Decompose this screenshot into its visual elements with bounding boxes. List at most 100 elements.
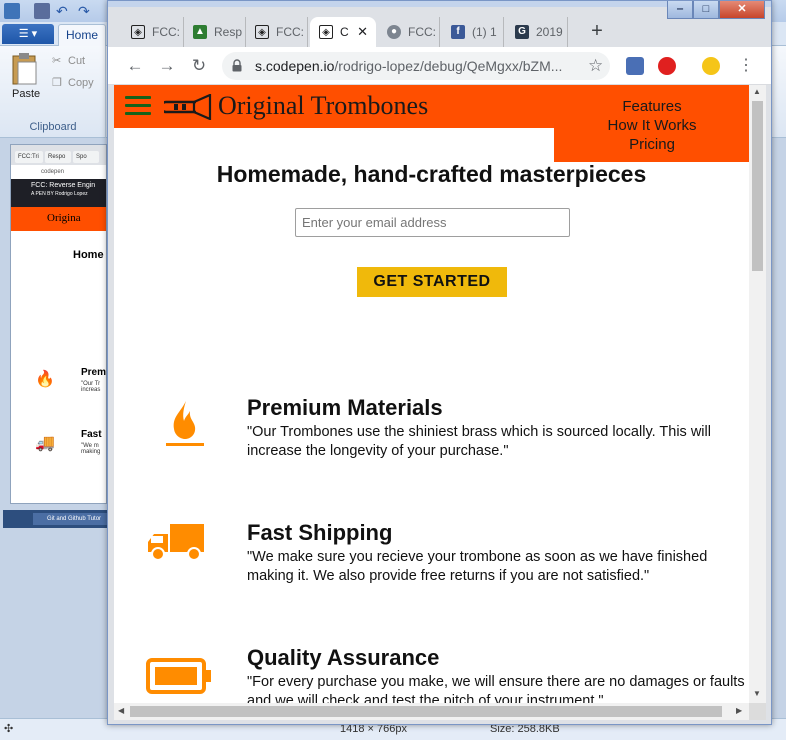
url-text[interactable]: s.codepen.io/rodrigo-lopez/debug/QeMgxx/… (255, 52, 562, 80)
menu-list-icon: ☰ ▾ (18, 28, 38, 40)
thumb-banner-title: FCC: Reverse Engin (31, 182, 96, 189)
codepen-icon: ◈ (255, 25, 269, 39)
lock-icon (232, 59, 242, 72)
thumb-taskbar-item: Git and Github Tutor (33, 513, 107, 525)
feature-item: Fast Shipping "We make sure you recieve … (114, 520, 749, 630)
thumb-codepen-banner: FCC: Reverse Engin A PEN BY Rodrigo Lope… (11, 179, 106, 207)
nav-link-features[interactable]: Features (554, 97, 749, 116)
new-tab-button[interactable]: + (584, 19, 610, 45)
cut-button[interactable]: ✂ Cut (52, 54, 85, 67)
url-path: /rodrigo-lopez/debug/QeMgxx/bZM... (334, 58, 563, 74)
browser-toolbar: ← → ↻ s.codepen.io/rodrigo-lopez/debug/Q… (108, 47, 771, 85)
paint-app-icon[interactable] (4, 3, 20, 19)
android-icon: ▲ (193, 25, 207, 39)
trombone-logo-icon (164, 94, 212, 120)
nav-link-how-it-works[interactable]: How It Works (554, 116, 749, 135)
vertical-scroll-thumb[interactable] (752, 101, 763, 271)
thumb-feature-title: Fast (81, 429, 102, 440)
file-menu-button[interactable]: ☰ ▾ (2, 24, 54, 44)
horizontal-scrollbar[interactable]: ◀ ▶ (114, 703, 749, 720)
canvas-screenshot-thumbnail: FCC:Tri Respo Spo codepen FCC: Reverse E… (10, 144, 107, 504)
site-title: Original Trombones (218, 91, 429, 120)
globe-icon: ● (387, 25, 401, 39)
thumb-feature-desc: "Our Tr increas (81, 381, 101, 393)
scroll-up-arrow-icon[interactable]: ▲ (753, 87, 761, 96)
tab-label: FCC: (152, 25, 180, 39)
paste-icon[interactable] (10, 52, 40, 88)
g-icon: G (515, 25, 529, 39)
feature-desc: "We make sure you recieve your trombone … (247, 549, 708, 584)
hamburger-menu-icon[interactable] (125, 96, 151, 116)
browser-tab[interactable]: ◈ FCC: (246, 17, 308, 47)
site-header: Original Trombones Features How It Works… (114, 85, 749, 162)
truck-icon (148, 524, 204, 561)
fire-icon (166, 401, 204, 446)
scrollbar-corner (749, 703, 766, 720)
copy-label: Copy (68, 77, 94, 89)
thumb-taskbar: Git and Github Tutor (3, 510, 107, 528)
copy-button[interactable]: ❐ Copy (52, 76, 94, 89)
tab-close-icon[interactable]: ✕ (357, 17, 368, 47)
thumb-site-title: Origina (47, 212, 81, 224)
feature-title: Quality Assurance (247, 645, 440, 670)
thumb-tab: Spo (73, 151, 99, 163)
reload-icon[interactable]: ↻ (186, 53, 212, 79)
thumb-fire-icon: 🔥 (35, 371, 55, 388)
thumb-site-header: Origina (11, 207, 106, 231)
email-field[interactable] (295, 208, 570, 237)
hero-title: Homemade, hand-crafted masterpieces (216, 161, 647, 187)
scroll-down-arrow-icon[interactable]: ▼ (753, 689, 761, 698)
forward-arrow-icon[interactable]: → (154, 53, 180, 79)
thumb-banner-author: A PEN BY Rodrigo Lopez (31, 191, 88, 197)
browser-tab[interactable]: G 2019 (506, 17, 568, 47)
clipboard-group: Paste ✂ Cut ❐ Copy Clipboard (0, 46, 106, 138)
vertical-scrollbar[interactable]: ▲ ▼ (749, 85, 766, 703)
tab-label: C (340, 25, 349, 39)
scroll-left-arrow-icon[interactable]: ◀ (118, 706, 124, 715)
save-icon[interactable] (34, 3, 50, 19)
feature-title: Premium Materials (247, 395, 443, 420)
browser-tab-active[interactable]: ◈ C ✕ (310, 17, 376, 47)
clipboard-group-label: Clipboard (29, 121, 77, 133)
thumb-truck-icon: 🚚 (35, 435, 55, 452)
tab-home[interactable]: Home (58, 24, 106, 46)
thumb-url: codepen (11, 165, 106, 179)
copy-icon: ❐ (52, 77, 62, 89)
browser-tab[interactable]: ▲ Resp (184, 17, 246, 47)
chrome-window: ‒ □ ✕ ◈ FCC: ▲ Resp ◈ FCC: ◈ C ✕ ● FCC: … (107, 0, 772, 725)
undo-icon[interactable]: ↶ (56, 3, 72, 19)
battery-icon (146, 658, 211, 694)
paste-button-label[interactable]: Paste (12, 88, 40, 100)
scroll-right-arrow-icon[interactable]: ▶ (736, 706, 742, 715)
feature-desc: "Our Trombones use the shiniest brass wh… (247, 424, 711, 459)
bookmark-star-icon[interactable]: ☆ (588, 53, 603, 79)
extension-avatar-icon[interactable] (702, 57, 720, 75)
get-started-button[interactable]: GET STARTED (357, 267, 507, 297)
scissors-icon: ✂ (52, 55, 62, 67)
browser-tab[interactable]: ● FCC: (378, 17, 440, 47)
tab-label: FCC: (276, 25, 304, 39)
codepen-icon: ◈ (131, 25, 145, 39)
url-host: s.codepen.io (255, 58, 335, 74)
horizontal-scroll-thumb[interactable] (130, 706, 722, 717)
address-bar[interactable]: s.codepen.io/rodrigo-lopez/debug/QeMgxx/… (222, 52, 610, 80)
tabstrip: ◈ FCC: ▲ Resp ◈ FCC: ◈ C ✕ ● FCC: f (1) … (108, 15, 771, 47)
thumb-tab: Respo (45, 151, 71, 163)
move-cursor-icon: ✣ (4, 723, 14, 735)
nav-menu: Features How It Works Pricing (554, 85, 749, 162)
thumb-hero: Home (73, 249, 104, 261)
feature-item: Premium Materials "Our Trombones use the… (114, 395, 749, 505)
nav-link-pricing[interactable]: Pricing (554, 135, 749, 154)
feature-title: Fast Shipping (247, 520, 393, 545)
tab-label: Resp (214, 25, 243, 39)
thumb-tabstrip: FCC:Tri Respo Spo (11, 145, 106, 165)
adblock-icon[interactable] (658, 57, 676, 75)
back-arrow-icon[interactable]: ← (122, 53, 148, 79)
page-viewport: Original Trombones Features How It Works… (114, 85, 749, 703)
cut-label: Cut (68, 55, 86, 67)
browser-tab[interactable]: ◈ FCC: (122, 17, 184, 47)
browser-tab[interactable]: f (1) 1 (442, 17, 504, 47)
kebab-menu-icon[interactable]: ⋮ (738, 53, 754, 79)
redo-icon[interactable]: ↷ (78, 3, 94, 19)
extension-shield-icon[interactable] (626, 57, 644, 75)
